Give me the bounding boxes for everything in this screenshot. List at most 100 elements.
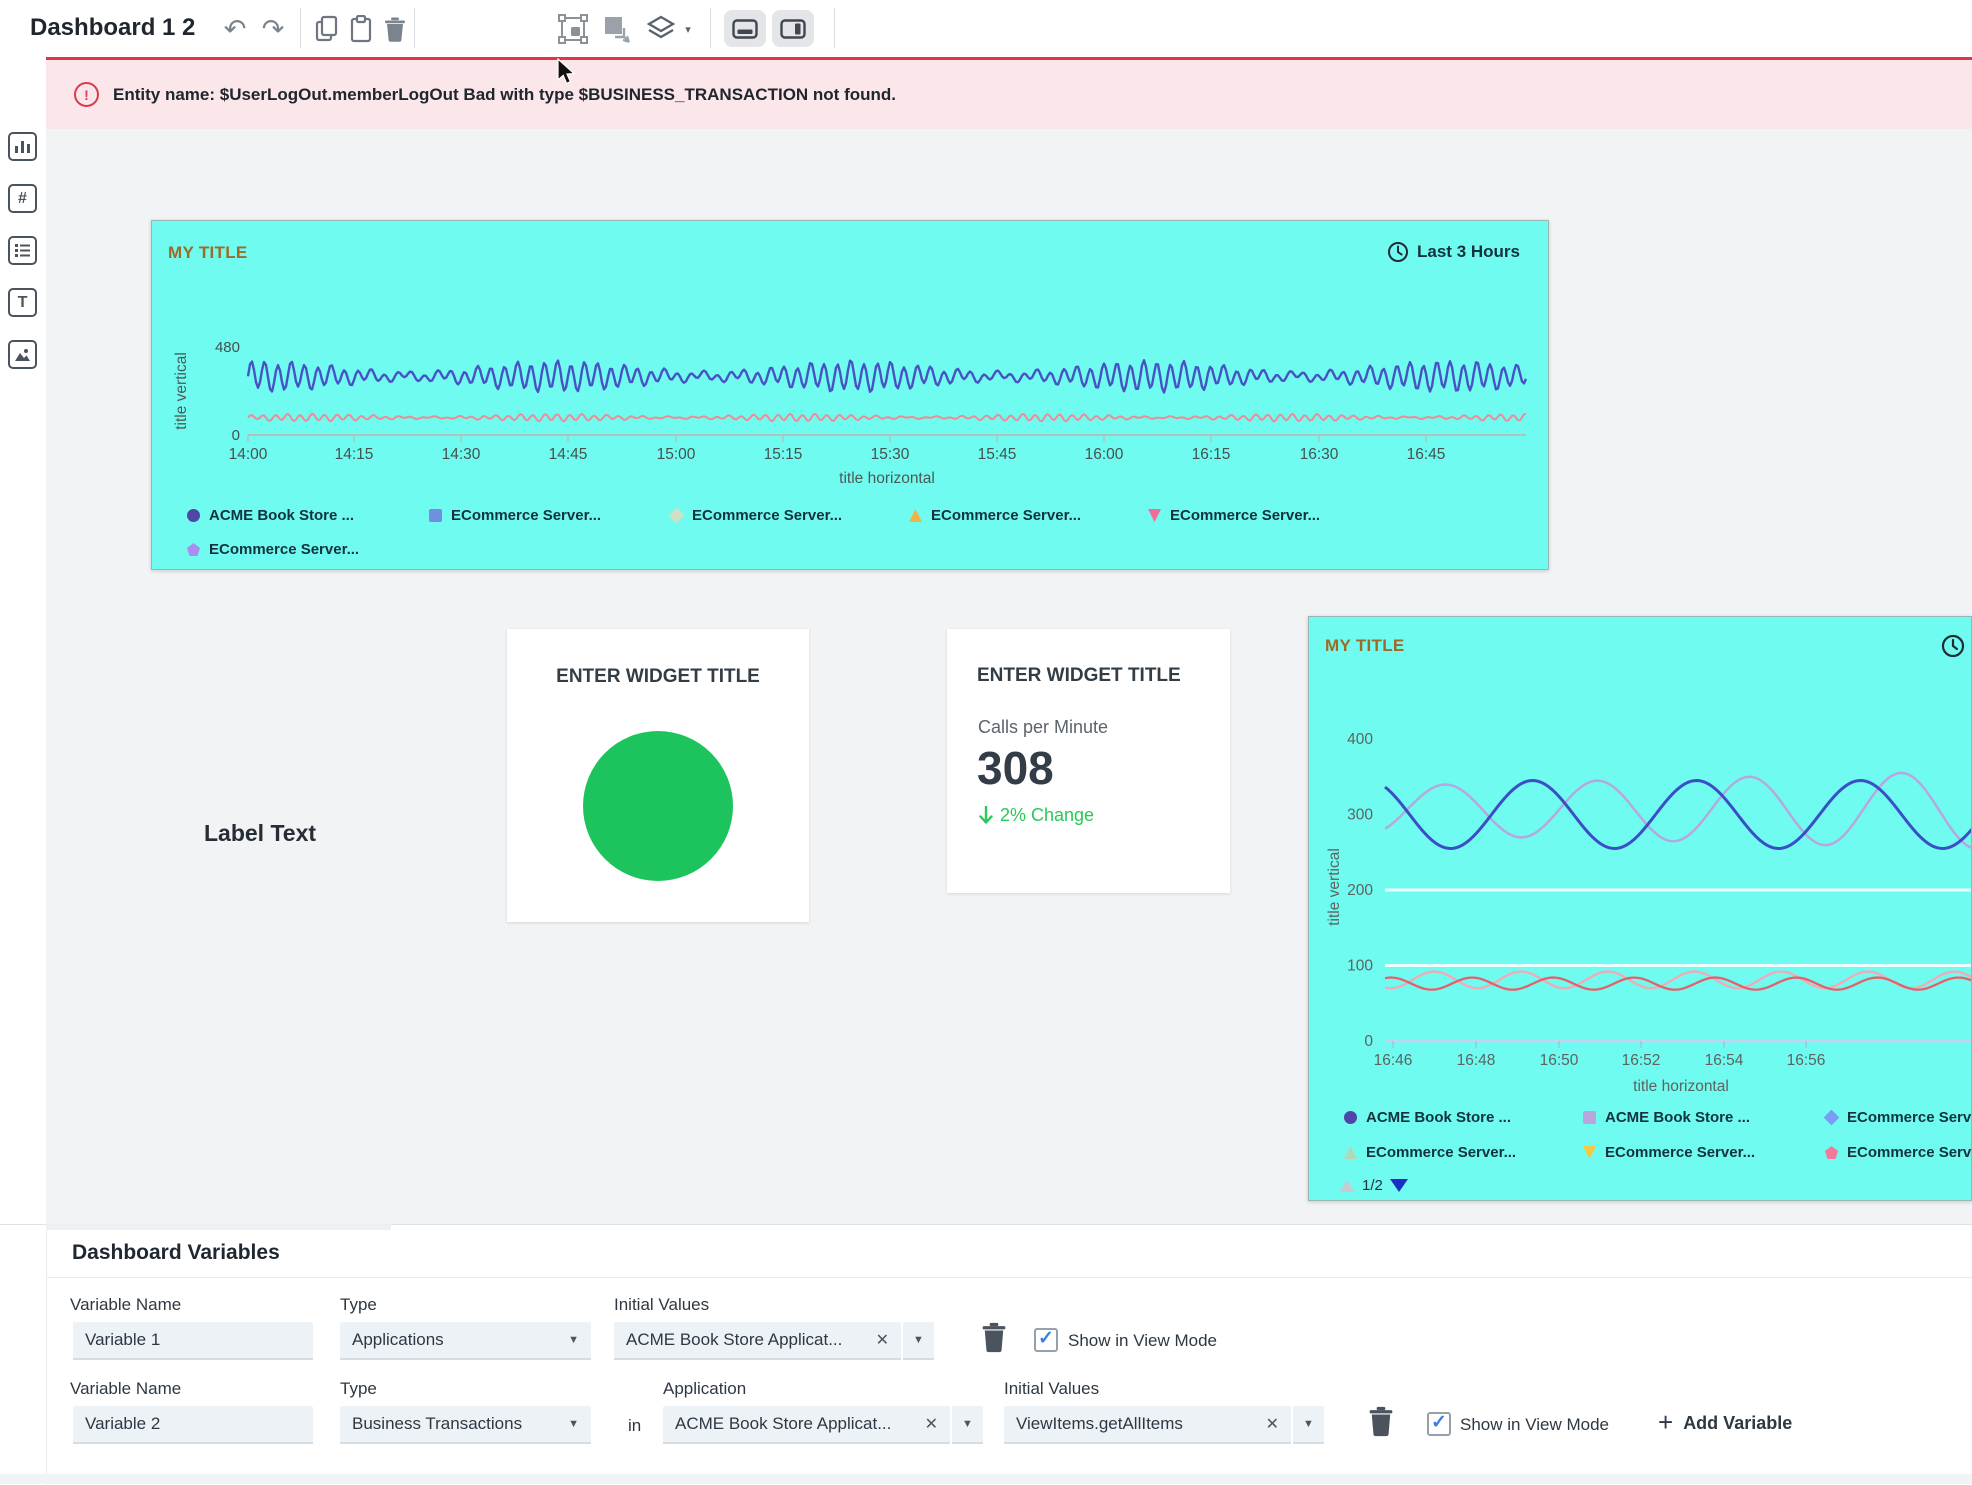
metric-label: Calls per Minute (978, 717, 1108, 738)
initial-values-label: Initial Values (1004, 1379, 1099, 1399)
svg-text:title vertical: title vertical (1326, 848, 1343, 926)
time-range[interactable]: Last 3 Hours (1387, 241, 1520, 263)
svg-text:100: 100 (1347, 958, 1373, 975)
legend-marker-square (429, 509, 442, 522)
list-widget-icon[interactable] (8, 236, 37, 265)
type-value: Business Transactions (352, 1414, 522, 1434)
svg-text:16:15: 16:15 (1192, 446, 1231, 463)
variable-name-input[interactable]: Variable 2 (73, 1406, 313, 1444)
caret-down-icon: ▼ (1303, 1418, 1314, 1430)
ungroup-button[interactable] (600, 12, 634, 46)
metric-widget-icon[interactable]: # (8, 184, 37, 213)
error-banner: ! Entity name: $UserLogOut.memberLogOut … (46, 57, 1972, 129)
initial-values-dropdown[interactable]: ▼ (903, 1322, 934, 1360)
panel-left-border (46, 1225, 47, 1485)
legend-marker-pentagon (187, 543, 200, 556)
hash-glyph: # (18, 190, 27, 208)
delete-variable-button[interactable] (981, 1321, 1007, 1354)
timeseries-widget-main[interactable]: MY TITLE Last 3 Hours 14:0014:1514:3014:… (151, 220, 1549, 570)
label-widget[interactable]: Label Text (204, 820, 316, 847)
application-dropdown[interactable]: ▼ (952, 1406, 983, 1444)
panel-right-toggle[interactable] (772, 10, 814, 47)
legend-label: ACME Book Store ... (209, 507, 354, 524)
initial-values-input[interactable]: ACME Book Store Applicat...✕ (614, 1322, 901, 1360)
legend-label: ECommerce Server... (692, 507, 842, 524)
variable-name-value: Variable 1 (85, 1330, 160, 1350)
caret-down-icon: ▼ (962, 1418, 973, 1430)
legend-label: ECommerce Server... (1366, 1144, 1516, 1161)
legend-item: ECommerce Server... (1148, 507, 1320, 524)
clock-icon[interactable] (1941, 634, 1965, 663)
layers-button[interactable] (644, 12, 678, 46)
add-variable-button[interactable]: + Add Variable (1658, 1411, 1792, 1435)
svg-text:14:30: 14:30 (442, 446, 481, 463)
initial-value-chip: ViewItems.getAllItems (1016, 1414, 1183, 1434)
application-label: Application (663, 1379, 746, 1399)
svg-text:title horizontal: title horizontal (1633, 1078, 1729, 1095)
in-label: in (628, 1416, 641, 1436)
svg-text:15:00: 15:00 (657, 446, 696, 463)
timeseries-chart: 14:0014:1514:3014:4515:0015:1515:3015:45… (152, 221, 1550, 571)
chart-widget-icon[interactable] (8, 132, 37, 161)
legend-marker-diamond (669, 508, 685, 524)
pager-down-icon[interactable] (1390, 1179, 1408, 1192)
metric-change: 2% Change (978, 805, 1094, 826)
canvas-notch (46, 1224, 391, 1230)
image-widget-icon[interactable] (8, 340, 37, 369)
text-widget-icon[interactable]: T (8, 288, 37, 317)
toolbar-divider (414, 8, 415, 48)
legend-pager[interactable]: 1/2 (1339, 1177, 1408, 1194)
pager-up-icon[interactable] (1339, 1180, 1355, 1192)
pie-widget[interactable]: ENTER WIDGET TITLE (507, 629, 809, 922)
application-input[interactable]: ACME Book Store Applicat...✕ (663, 1406, 950, 1444)
svg-text:300: 300 (1347, 807, 1373, 824)
copy-button[interactable] (310, 12, 344, 46)
variable-name-value: Variable 2 (85, 1414, 160, 1434)
legend-label: ECommerce Server... (209, 541, 359, 558)
show-in-view-mode-checkbox[interactable]: ✓ (1034, 1328, 1058, 1352)
undo-button[interactable]: ↶ (218, 12, 252, 46)
panel-title: Dashboard Variables (72, 1241, 280, 1265)
group-button[interactable] (556, 12, 590, 46)
layers-caret-icon[interactable]: ▾ (678, 12, 698, 46)
type-select[interactable]: Business Transactions▼ (340, 1406, 591, 1444)
dashboard-editor: Dashboard 1 2 ↶ ↷ ▾ (0, 0, 1972, 1484)
check-icon: ✓ (1431, 1411, 1447, 1434)
clear-icon[interactable]: ✕ (1258, 1414, 1279, 1434)
clear-icon[interactable]: ✕ (868, 1330, 889, 1350)
svg-text:16:52: 16:52 (1622, 1052, 1661, 1069)
panel-bottom-toggle[interactable] (724, 10, 766, 47)
clear-icon[interactable]: ✕ (917, 1414, 938, 1434)
timeseries-widget-side[interactable]: MY TITLE 16:4616:4816:5016:5216:5416:560… (1308, 616, 1972, 1201)
svg-text:400: 400 (1347, 731, 1373, 748)
legend-label: ECommerce Server... (1605, 1144, 1755, 1161)
svg-text:title horizontal: title horizontal (839, 470, 935, 487)
initial-values-dropdown[interactable]: ▼ (1293, 1406, 1324, 1444)
paste-button[interactable] (344, 12, 378, 46)
show-in-view-mode-checkbox[interactable]: ✓ (1427, 1412, 1451, 1436)
redo-button[interactable]: ↷ (256, 12, 290, 46)
error-message: Entity name: $UserLogOut.memberLogOut Ba… (113, 85, 896, 105)
svg-text:16:30: 16:30 (1300, 446, 1339, 463)
toolbar-divider (834, 8, 835, 48)
legend-label: ECommerce Server... (1847, 1109, 1972, 1126)
metric-widget[interactable]: ENTER WIDGET TITLE Calls per Minute 308 … (947, 629, 1230, 893)
svg-text:14:45: 14:45 (549, 446, 588, 463)
delete-button[interactable] (378, 12, 412, 46)
metric-value: 308 (977, 741, 1054, 795)
svg-text:0: 0 (1364, 1033, 1373, 1050)
toolbar-divider (300, 8, 301, 48)
svg-text:14:15: 14:15 (335, 446, 374, 463)
svg-text:15:15: 15:15 (764, 446, 803, 463)
legend-marker-triangle-down (1583, 1146, 1596, 1159)
delete-variable-button[interactable] (1368, 1405, 1394, 1438)
type-select[interactable]: Applications▼ (340, 1322, 591, 1360)
legend-marker-square (1583, 1111, 1596, 1124)
svg-text:16:00: 16:00 (1085, 446, 1124, 463)
legend-item: ECommerce Server... (187, 541, 359, 558)
page-title: Dashboard 1 2 (30, 14, 195, 42)
legend-marker-diamond (1824, 1110, 1840, 1126)
clock-icon (1387, 241, 1409, 263)
variable-name-input[interactable]: Variable 1 (73, 1322, 313, 1360)
initial-values-input[interactable]: ViewItems.getAllItems ✕ (1004, 1406, 1291, 1444)
